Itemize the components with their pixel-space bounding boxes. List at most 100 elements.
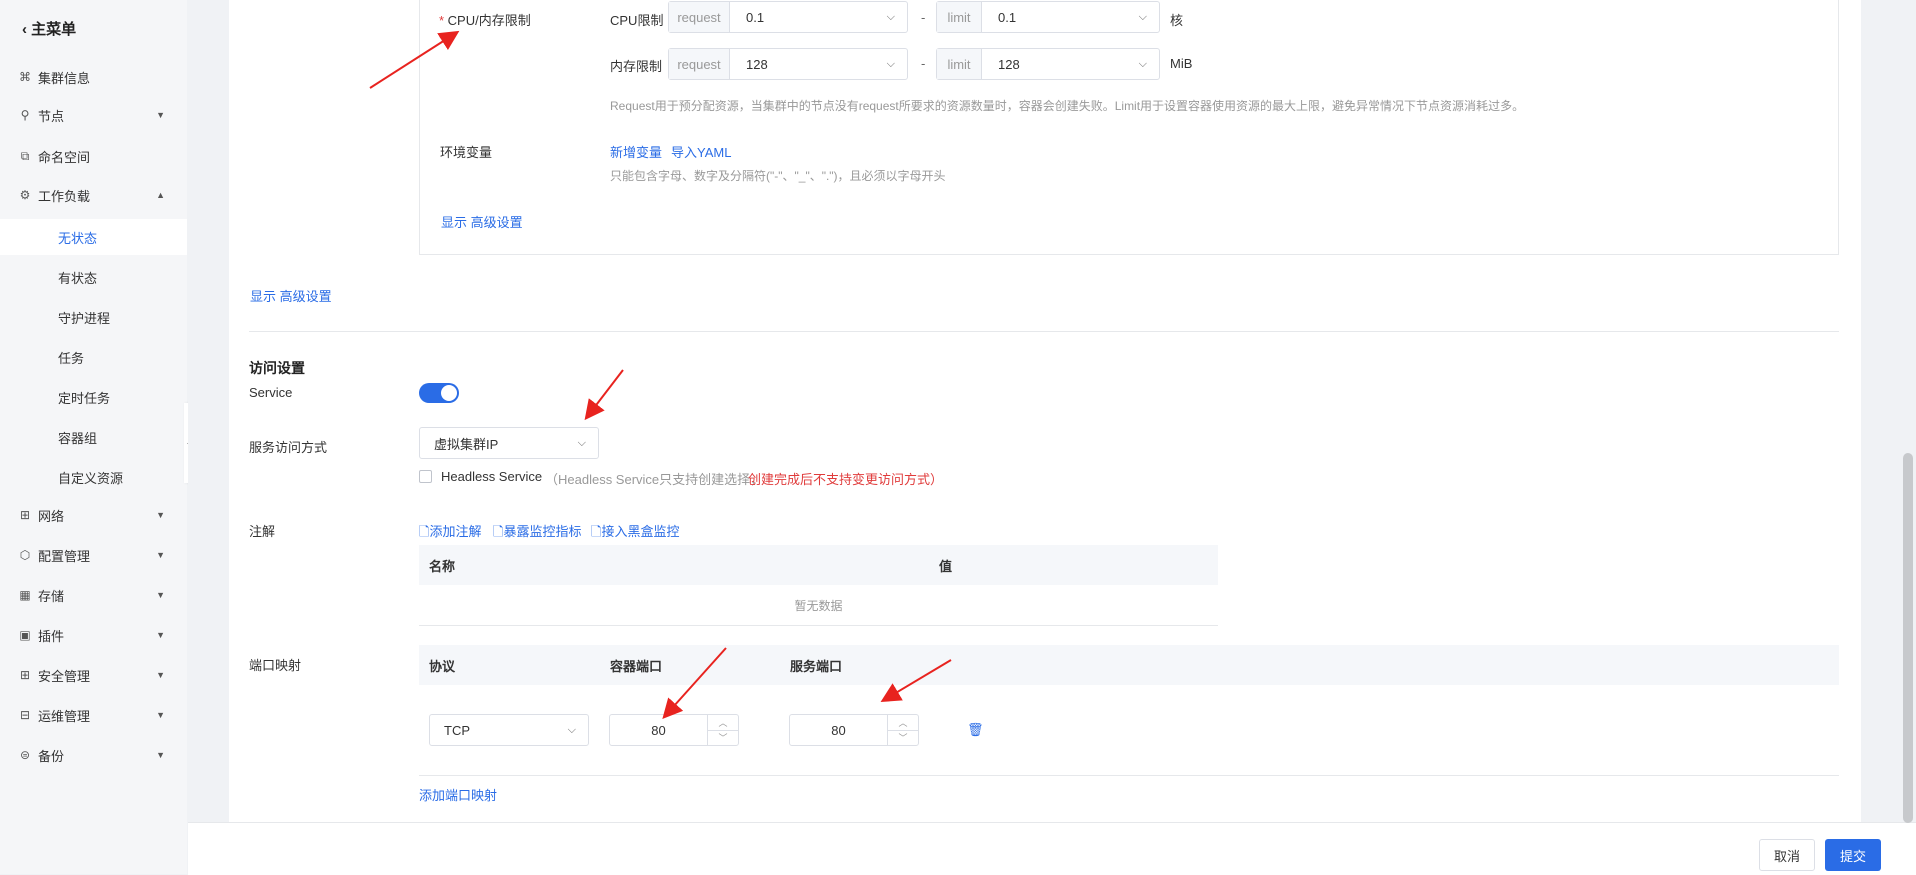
- resource-limit-text: CPU/内存限制: [447, 13, 531, 28]
- increment-icon[interactable]: ︿: [888, 715, 918, 731]
- import-yaml-link[interactable]: 导入YAML: [671, 142, 731, 161]
- env-vars-label: 环境变量: [440, 145, 493, 160]
- cpu-request-select[interactable]: 0.1 ⌵: [730, 2, 907, 32]
- sidebar-sub-custom-resources[interactable]: 自定义资源: [0, 459, 187, 495]
- memory-limit-label: 内存限制: [610, 59, 663, 74]
- headless-service-checkbox[interactable]: [419, 470, 432, 483]
- increment-icon[interactable]: ︿: [708, 715, 738, 731]
- chevron-down-icon: ⌵: [577, 436, 586, 449]
- column-value: 值: [939, 558, 953, 574]
- container-settings-card: [419, 0, 1839, 255]
- required-mark: *: [439, 13, 448, 28]
- network-icon: ⊞: [19, 508, 31, 522]
- service-toggle[interactable]: [419, 383, 459, 403]
- decrement-icon[interactable]: ﹀: [708, 731, 738, 746]
- sidebar-item-label: 插件: [38, 628, 65, 644]
- cpu-limit-field[interactable]: limit 0.1 ⌵: [936, 1, 1160, 33]
- add-env-var-link[interactable]: 新增变量: [610, 142, 662, 161]
- plugin-icon: ▣: [19, 628, 31, 642]
- sidebar-item-label: 集群信息: [38, 70, 91, 86]
- show-advanced-settings-inner[interactable]: 显示 高级设置: [441, 212, 523, 231]
- protocol-select[interactable]: TCP ⌵: [429, 714, 589, 746]
- caret-down-icon: ▼: [156, 630, 165, 640]
- service-port-stepper[interactable]: ︿ ﹀: [888, 715, 918, 745]
- headless-service-label: Headless Service: [441, 469, 543, 484]
- memory-limit-field[interactable]: limit 128 ⌵: [936, 48, 1160, 80]
- annotations-label: 注解: [249, 524, 276, 539]
- caret-down-icon: ▼: [156, 750, 165, 760]
- caret-down-icon: ▼: [156, 550, 165, 560]
- submit-button[interactable]: 提交: [1825, 839, 1881, 871]
- request-addon: request: [669, 2, 730, 32]
- annotations-empty: 暂无数据: [419, 585, 1218, 626]
- sidebar-sub-stateless[interactable]: 无状态: [0, 219, 187, 255]
- sidebar-sub-pods[interactable]: 容器组: [0, 419, 187, 455]
- sidebar-item-nodes[interactable]: ⚲ 节点 ▼: [0, 97, 187, 133]
- chevron-down-icon: ⌵: [886, 10, 895, 23]
- container-port-input[interactable]: 80 ︿ ﹀: [609, 714, 739, 746]
- service-access-method-value: 虚拟集群IP: [434, 436, 499, 452]
- section-divider: [249, 331, 1839, 332]
- container-port-value: 80: [610, 715, 708, 745]
- page-scrollbar[interactable]: [1903, 453, 1913, 823]
- cpu-limit-label: CPU限制: [610, 13, 664, 28]
- decrement-icon[interactable]: ﹀: [888, 731, 918, 746]
- sidebar-item-label: 网络: [38, 508, 65, 524]
- add-annotation-link[interactable]: 🗋添加注解: [419, 521, 481, 545]
- namespace-icon: ⧉: [20, 148, 30, 163]
- sidebar-item-label: 节点: [38, 108, 65, 124]
- delete-port-icon[interactable]: 🗑: [967, 722, 984, 738]
- expose-metrics-link[interactable]: 🗋暴露监控指标: [493, 521, 581, 545]
- memory-request-select[interactable]: 128 ⌵: [730, 49, 907, 79]
- sidebar-item-plugins[interactable]: ▣ 插件 ▼: [0, 617, 187, 653]
- sidebar-item-backup[interactable]: ⊜ 备份 ▼: [0, 737, 187, 773]
- sidebar-sub-job[interactable]: 任务: [0, 339, 187, 375]
- port-row-divider: [419, 775, 1839, 776]
- sidebar-item-storage[interactable]: ▦ 存储 ▼: [0, 577, 187, 613]
- memory-unit: MiB: [1170, 56, 1193, 71]
- memory-request-value: 128: [746, 56, 768, 72]
- cpu-limit-select[interactable]: 0.1 ⌵: [982, 2, 1159, 32]
- file-plus-icon: 🗋: [591, 524, 602, 539]
- service-port-input[interactable]: 80 ︿ ﹀: [789, 714, 919, 746]
- sidebar-item-label: 配置管理: [38, 548, 91, 564]
- add-annotation-text: 添加注解: [429, 524, 482, 539]
- blackbox-monitor-link[interactable]: 🗋接入黑盒监控: [591, 521, 679, 545]
- memory-limit-select[interactable]: 128 ⌵: [982, 49, 1159, 79]
- show-advanced-settings-outer[interactable]: 显示 高级设置: [250, 286, 332, 305]
- sidebar-item-namespaces[interactable]: ⧉ 命名空间: [0, 138, 187, 174]
- chevron-down-icon: ⌵: [1138, 57, 1147, 70]
- sidebar-sub-stateful[interactable]: 有状态: [0, 259, 187, 295]
- sidebar-item-ops[interactable]: ⊟ 运维管理 ▼: [0, 697, 187, 733]
- sidebar-item-label: 运维管理: [38, 708, 91, 724]
- blackbox-monitor-text: 接入黑盒监控: [601, 524, 680, 539]
- caret-down-icon: ▼: [156, 510, 165, 520]
- sidebar-sub-daemonset[interactable]: 守护进程: [0, 299, 187, 335]
- sidebar-sub-cronjob[interactable]: 定时任务: [0, 379, 187, 415]
- service-access-method-select[interactable]: 虚拟集群IP ⌵: [419, 427, 599, 459]
- chevron-down-icon: ⌵: [567, 723, 576, 736]
- sidebar-item-label: 工作负载: [38, 188, 91, 204]
- port-mapping-label: 端口映射: [249, 658, 302, 673]
- caret-down-icon: ▼: [156, 590, 165, 600]
- back-to-main-menu[interactable]: ‹ 主菜单: [22, 18, 76, 39]
- memory-request-field[interactable]: request 128 ⌵: [668, 48, 908, 80]
- ops-icon: ⊟: [19, 708, 31, 722]
- add-port-mapping-link[interactable]: 添加端口映射: [419, 785, 497, 804]
- cpu-request-field[interactable]: request 0.1 ⌵: [668, 1, 908, 33]
- chevron-left-icon: ‹: [22, 21, 27, 38]
- sidebar-item-config[interactable]: ⬡ 配置管理 ▼: [0, 537, 187, 573]
- sidebar-item-workloads[interactable]: ⚙ 工作负载 ▲: [0, 177, 187, 213]
- sidebar-item-security[interactable]: ⊞ 安全管理 ▼: [0, 657, 187, 693]
- container-port-stepper[interactable]: ︿ ﹀: [708, 715, 738, 745]
- sidebar-item-label: 安全管理: [38, 668, 91, 684]
- back-label: 主菜单: [31, 21, 77, 38]
- cancel-button[interactable]: 取消: [1759, 839, 1815, 871]
- range-dash: -: [921, 56, 926, 71]
- workload-icon: ⚙: [19, 188, 31, 202]
- form-footer: 取消 提交: [188, 822, 1916, 875]
- sidebar-item-network[interactable]: ⊞ 网络 ▼: [0, 497, 187, 533]
- cpu-unit: 核: [1170, 13, 1184, 28]
- request-addon: request: [669, 49, 730, 79]
- sidebar-item-cluster-info[interactable]: ⌘ 集群信息: [0, 59, 187, 95]
